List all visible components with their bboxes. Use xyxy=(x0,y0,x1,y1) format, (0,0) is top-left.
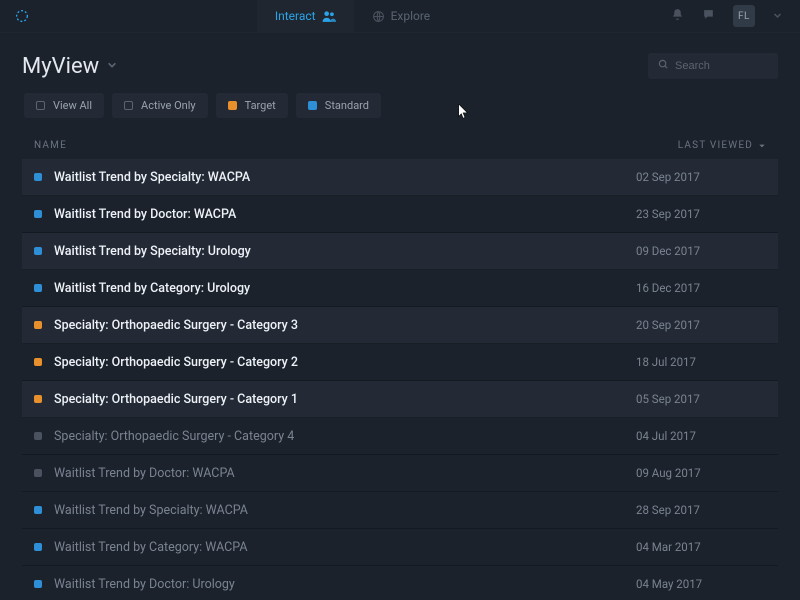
title-bar: MyView xyxy=(0,33,800,93)
row-name: Waitlist Trend by Specialty: WACPA xyxy=(54,503,636,518)
people-icon xyxy=(322,10,336,22)
row-date: 20 Sep 2017 xyxy=(636,318,766,332)
nav-tab-interact[interactable]: Interact xyxy=(257,0,354,32)
row-date: 02 Sep 2017 xyxy=(636,170,766,184)
col-last-viewed[interactable]: LAST VIEWED xyxy=(678,140,766,151)
globe-icon xyxy=(372,10,385,23)
chip-label: Standard xyxy=(325,99,369,112)
row-date: 05 Sep 2017 xyxy=(636,392,766,406)
row-type-dot xyxy=(34,543,42,551)
row-name: Waitlist Trend by Doctor: Urology xyxy=(54,577,636,592)
chip-swatch xyxy=(124,101,133,110)
chip-label: View All xyxy=(53,99,92,112)
nav-right: FL xyxy=(661,0,800,32)
table-row[interactable]: Waitlist Trend by Category: Urology16 De… xyxy=(22,270,778,307)
filter-chip[interactable]: View All xyxy=(24,93,104,118)
avatar[interactable]: FL xyxy=(733,5,755,27)
table-row[interactable]: Waitlist Trend by Doctor: WACPA09 Aug 20… xyxy=(22,455,778,492)
table-body: Waitlist Trend by Specialty: WACPA02 Sep… xyxy=(22,159,778,600)
page-title-text: MyView xyxy=(22,54,99,79)
filter-chip[interactable]: Active Only xyxy=(112,93,208,118)
row-type-dot xyxy=(34,210,42,218)
logo-icon xyxy=(14,8,30,24)
search-input[interactable] xyxy=(675,60,768,72)
row-name: Waitlist Trend by Category: Urology xyxy=(54,281,636,296)
sort-desc-icon xyxy=(758,142,766,150)
col-name[interactable]: NAME xyxy=(34,140,67,151)
row-type-dot xyxy=(34,284,42,292)
chip-swatch xyxy=(228,101,237,110)
row-name: Waitlist Trend by Doctor: WACPA xyxy=(54,207,636,222)
row-name: Specialty: Orthopaedic Surgery - Categor… xyxy=(54,392,636,407)
row-date: 04 May 2017 xyxy=(636,577,766,591)
chip-label: Active Only xyxy=(141,99,196,112)
row-date: 09 Dec 2017 xyxy=(636,244,766,258)
table-row[interactable]: Specialty: Orthopaedic Surgery - Categor… xyxy=(22,307,778,344)
filter-chip[interactable]: Standard xyxy=(296,93,381,118)
row-name: Waitlist Trend by Category: WACPA xyxy=(54,540,636,555)
row-type-dot xyxy=(34,469,42,477)
table-row[interactable]: Waitlist Trend by Specialty: Urology09 D… xyxy=(22,233,778,270)
nav-tab-label: Explore xyxy=(391,9,431,23)
views-table: NAME LAST VIEWED Waitlist Trend by Speci… xyxy=(0,132,800,600)
row-type-dot xyxy=(34,247,42,255)
row-name: Specialty: Orthopaedic Surgery - Categor… xyxy=(54,355,636,370)
table-row[interactable]: Waitlist Trend by Specialty: WACPA28 Sep… xyxy=(22,492,778,529)
row-type-dot xyxy=(34,432,42,440)
chip-swatch xyxy=(36,101,45,110)
search-box[interactable] xyxy=(648,53,778,79)
chip-swatch xyxy=(308,101,317,110)
chip-label: Target xyxy=(245,99,276,112)
row-date: 09 Aug 2017 xyxy=(636,466,766,480)
chat-icon[interactable] xyxy=(702,8,715,24)
top-nav: Interact Explore FL xyxy=(0,0,800,33)
row-date: 04 Jul 2017 xyxy=(636,429,766,443)
row-name: Specialty: Orthopaedic Surgery - Categor… xyxy=(54,318,636,333)
row-type-dot xyxy=(34,395,42,403)
row-type-dot xyxy=(34,580,42,588)
row-date: 23 Sep 2017 xyxy=(636,207,766,221)
row-date: 04 Mar 2017 xyxy=(636,540,766,554)
row-type-dot xyxy=(34,173,42,181)
brand-logo[interactable] xyxy=(0,0,44,32)
table-row[interactable]: Waitlist Trend by Category: WACPA04 Mar … xyxy=(22,529,778,566)
table-header: NAME LAST VIEWED xyxy=(22,132,778,159)
row-type-dot xyxy=(34,506,42,514)
row-name: Specialty: Orthopaedic Surgery - Categor… xyxy=(54,429,636,444)
row-name: Waitlist Trend by Doctor: WACPA xyxy=(54,466,636,481)
row-name: Waitlist Trend by Specialty: Urology xyxy=(54,244,636,259)
table-row[interactable]: Specialty: Orthopaedic Surgery - Categor… xyxy=(22,344,778,381)
page-title[interactable]: MyView xyxy=(22,54,117,79)
filter-chip[interactable]: Target xyxy=(216,93,288,118)
chevron-down-icon[interactable] xyxy=(773,9,782,23)
filter-chips: View All Active Only Target Standard xyxy=(0,93,800,132)
table-row[interactable]: Waitlist Trend by Doctor: Urology04 May … xyxy=(22,566,778,600)
row-type-dot xyxy=(34,321,42,329)
table-row[interactable]: Waitlist Trend by Doctor: WACPA23 Sep 20… xyxy=(22,196,778,233)
bell-icon[interactable] xyxy=(671,8,684,24)
chevron-down-icon xyxy=(107,59,117,73)
table-row[interactable]: Specialty: Orthopaedic Surgery - Categor… xyxy=(22,418,778,455)
row-name: Waitlist Trend by Specialty: WACPA xyxy=(54,170,636,185)
table-row[interactable]: Waitlist Trend by Specialty: WACPA02 Sep… xyxy=(22,159,778,196)
row-date: 28 Sep 2017 xyxy=(636,503,766,517)
nav-tab-explore[interactable]: Explore xyxy=(354,0,449,32)
col-last-viewed-label: LAST VIEWED xyxy=(678,140,753,151)
row-type-dot xyxy=(34,358,42,366)
table-row[interactable]: Specialty: Orthopaedic Surgery - Categor… xyxy=(22,381,778,418)
row-date: 16 Dec 2017 xyxy=(636,281,766,295)
row-date: 18 Jul 2017 xyxy=(636,355,766,369)
nav-tab-label: Interact xyxy=(275,9,316,23)
search-icon xyxy=(658,59,669,73)
